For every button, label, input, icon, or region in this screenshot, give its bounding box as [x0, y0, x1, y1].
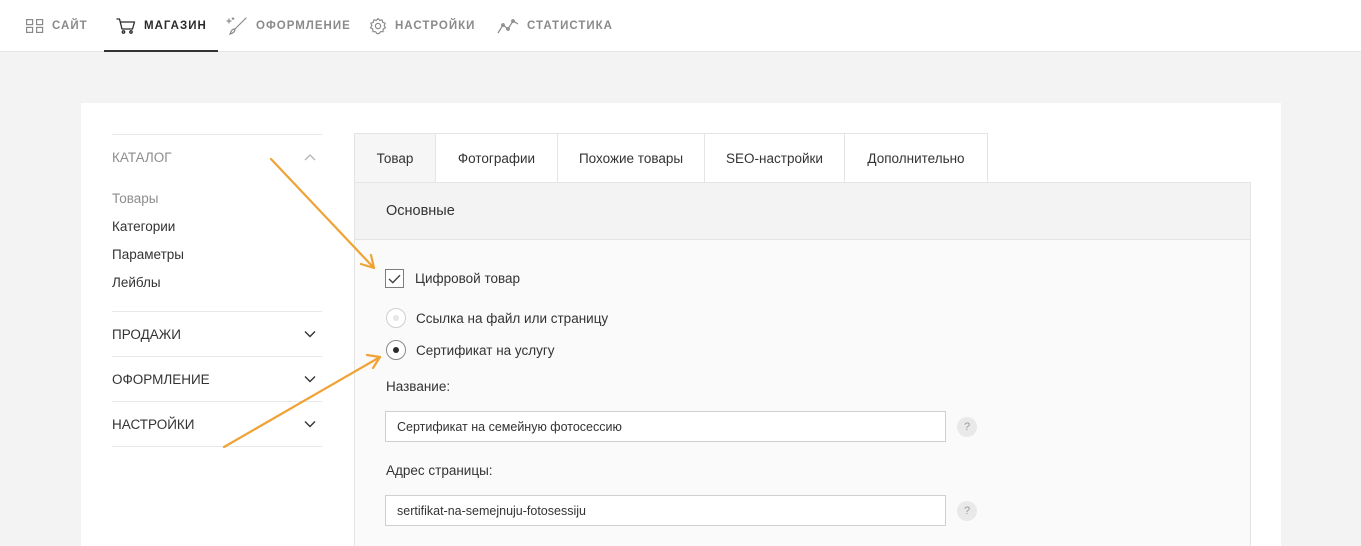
sidebar-item-products[interactable]: Товары: [112, 185, 322, 213]
url-input[interactable]: [385, 495, 946, 526]
grid-icon: [26, 19, 44, 33]
sidebar-section-settings[interactable]: НАСТРОЙКИ: [112, 402, 322, 446]
digital-product-label: Цифровой товар: [415, 271, 521, 286]
sidebar-section-label: НАСТРОЙКИ: [112, 416, 195, 432]
chart-icon: [497, 19, 519, 34]
gear-icon: [369, 17, 387, 35]
sidebar-section-sales[interactable]: ПРОДАЖИ: [112, 312, 322, 356]
nav-item-statistics[interactable]: СТАТИСТИКА: [497, 0, 613, 52]
main-card: КАТАЛОГ Товары Категории Параметры Лейбл…: [81, 103, 1281, 546]
tab-additional[interactable]: Дополнительно: [845, 134, 987, 183]
sidebar-catalog-list: Товары Категории Параметры Лейблы: [112, 179, 322, 311]
digital-product-checkbox-row[interactable]: Цифровой товар: [385, 269, 520, 288]
basic-settings-panel: Основные Цифровой товар Ссылка на файл и…: [354, 182, 1251, 546]
radio-file-link-row[interactable]: Ссылка на файл или страницу: [386, 308, 608, 328]
sidebar-section-label: ОФОРМЛЕНИЕ: [112, 371, 210, 387]
tab-bar: Товар Фотографии Похожие товары SEO-наст…: [354, 133, 988, 183]
sidebar-section-catalog[interactable]: КАТАЛОГ: [112, 135, 322, 179]
sidebar-section-design[interactable]: ОФОРМЛЕНИЕ: [112, 357, 322, 401]
chevron-up-icon: [304, 154, 316, 161]
nav-item-site[interactable]: САЙТ: [26, 0, 88, 52]
radio-certificate[interactable]: [386, 340, 406, 360]
url-help-icon[interactable]: ?: [957, 501, 977, 521]
nav-item-design[interactable]: ОФОРМЛЕНИЕ: [226, 0, 351, 52]
name-input[interactable]: [385, 411, 946, 442]
nav-item-label: НАСТРОЙКИ: [395, 20, 476, 32]
sidebar-item-parameters[interactable]: Параметры: [112, 241, 322, 269]
checkmark-icon: [388, 274, 401, 284]
name-help-icon[interactable]: ?: [957, 417, 977, 437]
chevron-down-icon: [304, 421, 316, 428]
nav-item-label: МАГАЗИН: [144, 20, 207, 32]
top-navigation: САЙТ МАГАЗИН ОФОРМЛЕНИЕ НАСТРОЙКИ СТАТИС…: [0, 0, 1361, 52]
radio-dot: [393, 347, 399, 353]
nav-item-label: САЙТ: [52, 20, 88, 32]
product-editor: Товар Фотографии Похожие товары SEO-наст…: [354, 133, 1251, 546]
tab-photos[interactable]: Фотографии: [436, 134, 558, 183]
chevron-down-icon: [304, 331, 316, 338]
nav-item-shop[interactable]: МАГАЗИН: [104, 0, 218, 52]
panel-title: Основные: [355, 183, 1250, 240]
radio-file-link[interactable]: [386, 308, 406, 328]
nav-item-settings[interactable]: НАСТРОЙКИ: [369, 0, 475, 52]
sidebar-section-label: КАТАЛОГ: [112, 149, 172, 165]
digital-product-checkbox[interactable]: [385, 269, 404, 288]
tab-product[interactable]: Товар: [355, 134, 436, 183]
sidebar-item-categories[interactable]: Категории: [112, 213, 322, 241]
nav-item-label: СТАТИСТИКА: [527, 20, 613, 32]
tab-seo-settings[interactable]: SEO-настройки: [705, 134, 845, 183]
radio-dot: [393, 315, 399, 321]
radio-certificate-label: Сертификат на услугу: [416, 342, 555, 358]
sidebar-item-labels[interactable]: Лейблы: [112, 269, 322, 297]
sidebar: КАТАЛОГ Товары Категории Параметры Лейбл…: [112, 134, 322, 447]
url-field-label: Адрес страницы:: [386, 463, 493, 478]
nav-item-label: ОФОРМЛЕНИЕ: [256, 20, 351, 32]
divider: [112, 446, 322, 447]
name-field-label: Название:: [386, 379, 451, 394]
chevron-down-icon: [304, 376, 316, 383]
tab-similar-products[interactable]: Похожие товары: [558, 134, 705, 183]
radio-certificate-row[interactable]: Сертификат на услугу: [386, 340, 555, 360]
cart-icon: [116, 18, 136, 34]
brush-icon: [226, 17, 247, 35]
sidebar-section-label: ПРОДАЖИ: [112, 326, 181, 342]
radio-file-link-label: Ссылка на файл или страницу: [416, 310, 609, 326]
